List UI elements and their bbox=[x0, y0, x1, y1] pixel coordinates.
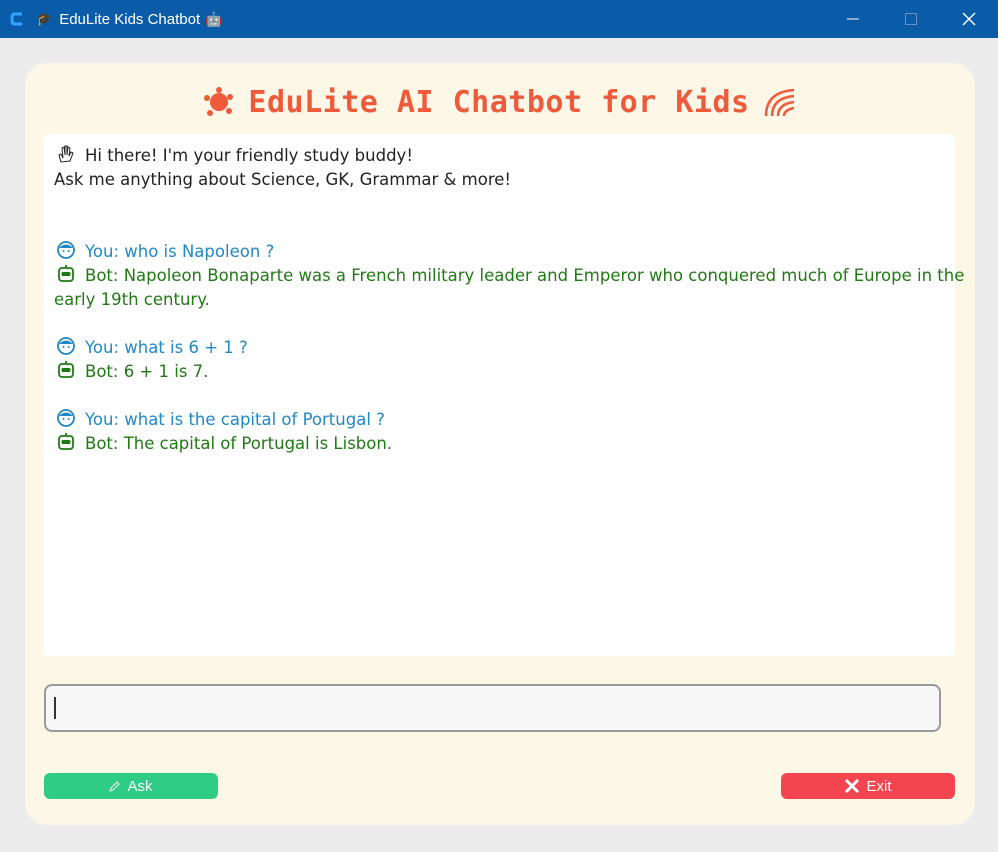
minimize-button[interactable] bbox=[824, 0, 882, 38]
header: EduLite AI Chatbot for Kids bbox=[25, 84, 975, 120]
robot-icon bbox=[56, 360, 76, 380]
graduation-cap-icon: 🎓 bbox=[36, 11, 53, 26]
question-input[interactable] bbox=[46, 686, 939, 730]
minimize-icon bbox=[847, 18, 859, 20]
pencil-icon bbox=[109, 780, 121, 792]
exit-button-label: Exit bbox=[866, 777, 892, 795]
boy-face-icon bbox=[56, 408, 76, 428]
window-controls bbox=[824, 0, 998, 38]
ask-button[interactable]: Ask bbox=[44, 773, 218, 799]
rainbow-icon bbox=[762, 86, 798, 118]
ask-button-label: Ask bbox=[127, 777, 153, 795]
robot-icon bbox=[56, 264, 76, 284]
waving-hand-icon bbox=[56, 144, 76, 164]
bot-message-text: Bot: The capital of Portugal is Lisbon. bbox=[85, 434, 393, 453]
greeting-line-2: Ask me anything about Science, GK, Gramm… bbox=[54, 170, 512, 189]
close-button[interactable] bbox=[940, 0, 998, 38]
bot-message: Bot: 6 + 1 is 7. bbox=[54, 360, 945, 384]
app-logo-icon bbox=[9, 11, 25, 27]
boy-face-icon bbox=[56, 336, 76, 356]
user-message-text: You: what is the capital of Portugal ? bbox=[85, 410, 385, 429]
greeting-line-1: Hi there! I'm your friendly study buddy! bbox=[54, 144, 945, 168]
main-panel: EduLite AI Chatbot for Kids Hi there! I'… bbox=[25, 63, 975, 825]
page-title: EduLite AI Chatbot for Kids bbox=[248, 84, 750, 120]
user-message-text: You: who is Napoleon ? bbox=[85, 242, 275, 261]
bot-message: Bot: Napoleon Bonaparte was a French mil… bbox=[54, 264, 964, 288]
bot-message-text: Bot: Napoleon Bonaparte was a French mil… bbox=[85, 266, 965, 285]
exit-button[interactable]: Exit bbox=[781, 773, 955, 799]
user-message: You: what is 6 + 1 ? bbox=[54, 336, 945, 360]
maximize-button[interactable] bbox=[882, 0, 940, 38]
maximize-icon bbox=[905, 13, 917, 25]
robot-icon: 🤖 bbox=[205, 10, 223, 27]
bot-message: Bot: The capital of Portugal is Lisbon. bbox=[54, 432, 945, 456]
paint-splash-icon bbox=[202, 85, 236, 119]
question-input-container bbox=[44, 684, 941, 732]
x-icon bbox=[844, 778, 860, 794]
user-message: You: what is the capital of Portugal ? bbox=[54, 408, 945, 432]
greeting-text-1: Hi there! I'm your friendly study buddy! bbox=[85, 146, 413, 165]
bot-message-continuation: early 19th century. bbox=[54, 290, 210, 309]
robot-icon bbox=[56, 432, 76, 452]
close-icon bbox=[962, 12, 976, 26]
text-cursor bbox=[54, 697, 56, 719]
user-message: You: who is Napoleon ? bbox=[54, 240, 945, 264]
window-title: EduLite Kids Chatbot bbox=[59, 10, 201, 28]
bot-message-text: Bot: 6 + 1 is 7. bbox=[85, 362, 209, 381]
boy-face-icon bbox=[56, 240, 76, 260]
window-titlebar: 🎓 EduLite Kids Chatbot 🤖 bbox=[0, 0, 998, 38]
user-message-text: You: what is 6 + 1 ? bbox=[85, 338, 248, 357]
chat-history[interactable]: Hi there! I'm your friendly study buddy!… bbox=[44, 134, 964, 656]
